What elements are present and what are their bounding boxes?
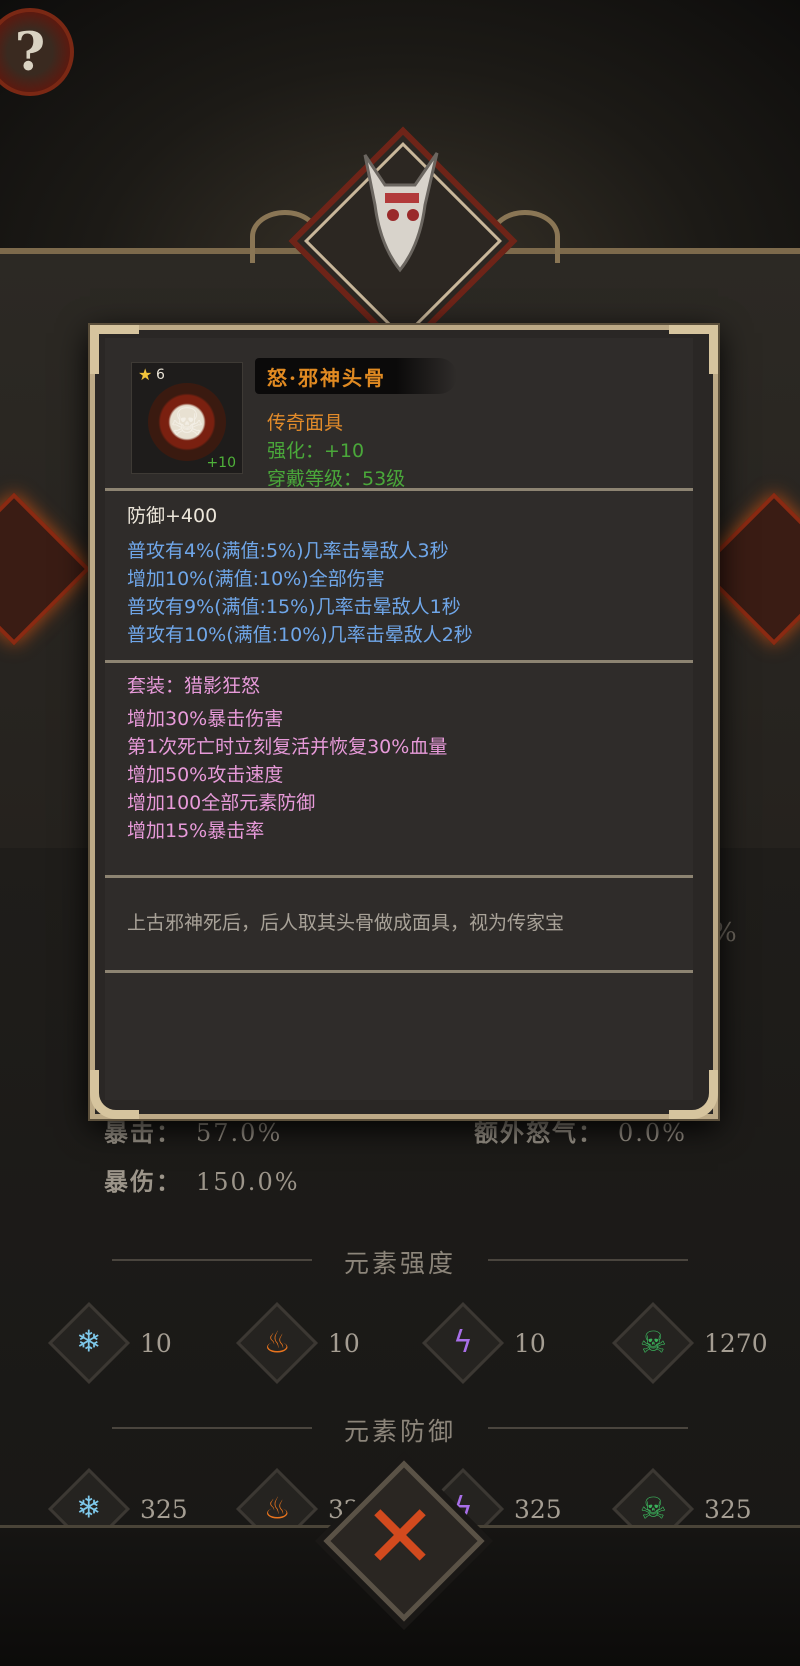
element-value: 325 (140, 1494, 188, 1524)
element-strength-title: 元素强度 (343, 1249, 456, 1278)
element-strength-lightning: ϟ 10 (421, 1301, 546, 1385)
item-description: 上古邪神死后，后人取其头骨做成面具，视为传家宝 (127, 912, 565, 934)
element-strength-header: 元素强度 (0, 1244, 800, 1280)
ice-icon: ❄ (47, 1301, 131, 1385)
set-bonus-line: 第1次死亡时立刻复活并恢复30%血量 (127, 736, 448, 758)
poison-icon: ☠ (611, 1301, 695, 1385)
divider-right (488, 1259, 688, 1261)
item-description-section: 上古邪神死后，后人取其头骨做成面具，视为传家宝 (105, 875, 693, 970)
extra-rage-value: 0.0% (618, 1119, 687, 1147)
star-icon: ★ (138, 365, 153, 384)
element-value: 10 (514, 1328, 546, 1358)
crit-damage-stat: 暴伤： 150.0% (104, 1162, 300, 1197)
item-enhance-level: 强化：+10 (267, 440, 365, 462)
close-button[interactable]: ✕ (323, 1460, 485, 1622)
set-bonus-line: 增加100全部元素防御 (127, 792, 316, 814)
item-icon: ★ 6 ☠ +10 (131, 362, 243, 474)
item-header: ★ 6 ☠ +10 怒·邪神头骨 传奇面具 强化：+10 穿戴等级：53级 (105, 338, 693, 490)
question-icon: ? (14, 21, 46, 83)
divider-right (488, 1427, 688, 1429)
item-tooltip: ★ 6 ☠ +10 怒·邪神头骨 传奇面具 强化：+10 穿戴等级：53级 防御… (90, 325, 718, 1119)
tooltip-footer (105, 970, 693, 1100)
crit-damage-value: 150.0% (196, 1168, 300, 1196)
element-defense-title: 元素防御 (343, 1417, 456, 1446)
element-value: 1270 (704, 1328, 768, 1358)
hero-avatar[interactable] (340, 130, 460, 280)
divider-left (112, 1259, 312, 1261)
item-enhance-badge: +10 (206, 455, 236, 471)
element-value: 10 (328, 1328, 360, 1358)
item-type: 传奇面具 (267, 412, 344, 434)
divider-left (112, 1427, 312, 1429)
affix-line: 增加10%(满值:10%)全部伤害 (127, 568, 385, 590)
set-bonus-line: 增加30%暴击伤害 (127, 708, 284, 730)
element-strength-fire: ♨ 10 (235, 1301, 360, 1385)
affix-line: 普攻有10%(满值:10%)几率击晕敌人2秒 (127, 624, 473, 646)
element-value: 325 (514, 1494, 562, 1524)
mask-avatar-icon (363, 152, 439, 273)
affix-list: 普攻有4%(满值:5%)几率击晕敌人3秒 增加10%(满值:10%)全部伤害 普… (127, 537, 473, 649)
set-bonus-line: 增加50%攻击速度 (127, 764, 284, 786)
crit-value: 57.0% (196, 1119, 283, 1147)
affix-line: 普攻有4%(满值:5%)几率击晕敌人3秒 (127, 540, 449, 562)
element-value: 325 (704, 1494, 752, 1524)
skull-mask-icon: ☠ (148, 383, 226, 461)
element-value: 10 (140, 1328, 172, 1358)
close-icon: ✕ (363, 1485, 437, 1588)
element-strength-ice: ❄ 10 (47, 1301, 172, 1385)
affix-line: 普攻有9%(满值:15%)几率击晕敌人1秒 (127, 596, 461, 618)
extra-rage-label: 额外怒气： (474, 1118, 604, 1147)
element-strength-poison: ☠ 1270 (611, 1301, 768, 1385)
set-bonus-line: 增加15%暴击率 (127, 820, 265, 842)
item-stats: 防御+400 普攻有4%(满值:5%)几率击晕敌人3秒 增加10%(满值:10%… (105, 488, 693, 660)
item-wear-level: 穿戴等级：53级 (267, 468, 406, 490)
set-name: 套装：猎影狂怒 (127, 675, 261, 697)
item-star-count: 6 (156, 367, 165, 383)
set-bonus-list: 增加30%暴击伤害 第1次死亡时立刻复活并恢复30%血量 增加50%攻击速度 增… (127, 705, 447, 845)
element-defense-header: 元素防御 (0, 1412, 800, 1448)
lightning-icon: ϟ (421, 1301, 505, 1385)
fire-icon: ♨ (235, 1301, 319, 1385)
base-stat: 防御+400 (127, 505, 218, 527)
crit-damage-label: 暴伤： (104, 1167, 182, 1196)
crit-label: 暴击： (104, 1118, 182, 1147)
set-bonus-section: 套装：猎影狂怒 增加30%暴击伤害 第1次死亡时立刻复活并恢复30%血量 增加5… (105, 660, 693, 875)
item-name: 怒·邪神头骨 (255, 358, 457, 394)
